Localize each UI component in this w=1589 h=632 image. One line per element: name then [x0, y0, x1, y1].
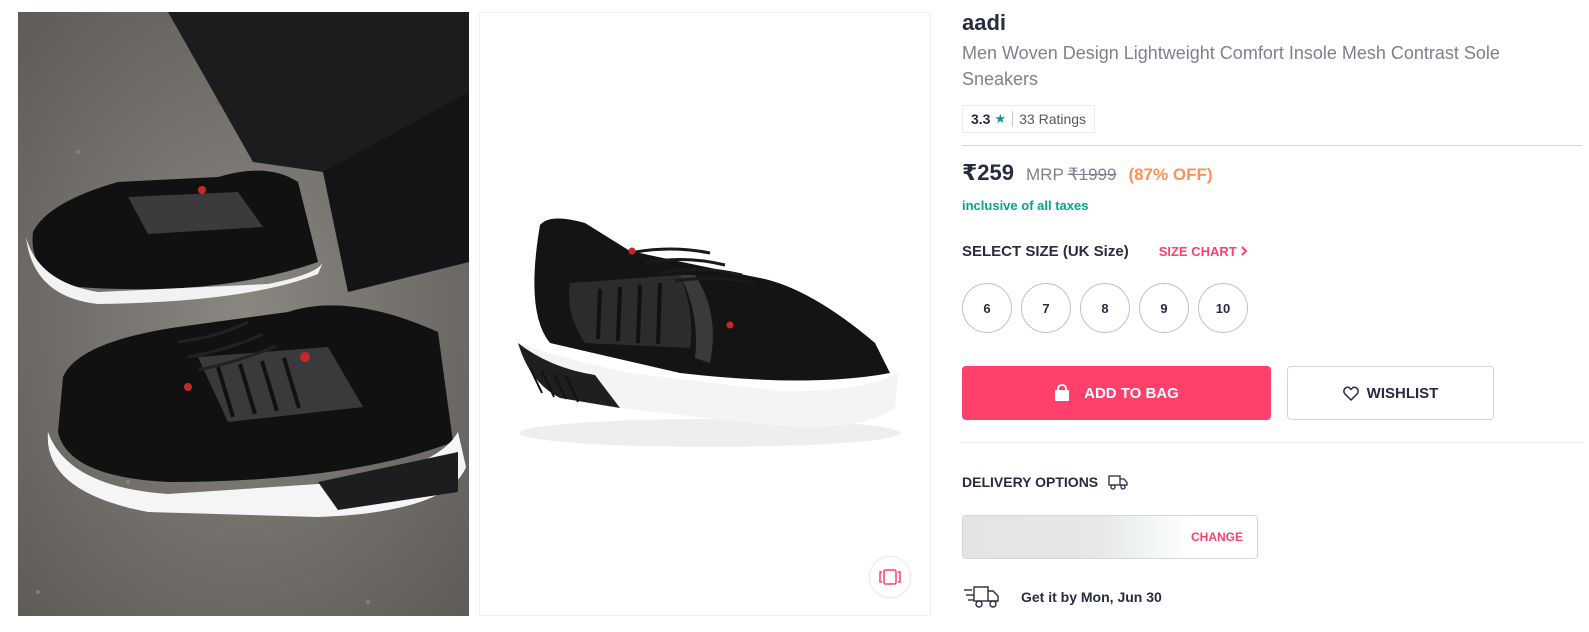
- star-icon: ★: [994, 111, 1007, 126]
- section-divider: [962, 145, 1582, 146]
- change-pincode-button[interactable]: CHANGE: [1191, 516, 1243, 558]
- pincode-value-redacted: [963, 516, 1191, 558]
- pincode-field[interactable]: CHANGE: [962, 515, 1258, 559]
- mrp-label: MRP: [1026, 165, 1064, 184]
- add-to-bag-label: ADD TO BAG: [1084, 384, 1179, 402]
- chevron-right-icon: [1240, 245, 1248, 259]
- fast-truck-icon: [962, 584, 1000, 610]
- brand-name[interactable]: aadi: [962, 10, 1006, 36]
- bag-icon: [1054, 384, 1070, 402]
- size-option-8[interactable]: 8: [1080, 283, 1130, 333]
- select-size-label: SELECT SIZE (UK Size): [962, 243, 1129, 260]
- selling-price: ₹259: [962, 160, 1015, 185]
- size-chart-label: SIZE CHART: [1158, 244, 1237, 259]
- delivery-eta-text: Get it by Mon, Jun 30: [1021, 589, 1162, 605]
- rating-count: 33 Ratings: [1019, 111, 1087, 127]
- mrp-value: ₹1999: [1067, 165, 1117, 184]
- size-options: 6 7 8 9 10: [962, 283, 1257, 333]
- rating-divider: [1012, 111, 1014, 127]
- delivery-options-label: DELIVERY OPTIONS: [962, 474, 1099, 490]
- wishlist-label: WISHLIST: [1366, 384, 1439, 402]
- size-option-6[interactable]: 6: [962, 283, 1012, 333]
- size-option-10[interactable]: 10: [1198, 283, 1248, 333]
- size-header: SELECT SIZE (UK Size) SIZE CHART: [962, 243, 1248, 260]
- add-to-bag-button[interactable]: ADD TO BAG: [962, 366, 1271, 420]
- similar-products-button[interactable]: [869, 556, 911, 598]
- similar-products-icon: [879, 567, 901, 587]
- discount-percent: (87% OFF): [1128, 165, 1213, 184]
- rating-value: 3.3: [971, 111, 991, 127]
- delivery-eta-row: Get it by Mon, Jun 30: [962, 584, 1162, 610]
- product-image-studio[interactable]: [479, 12, 931, 616]
- wishlist-button[interactable]: WISHLIST: [1287, 366, 1494, 420]
- section-divider: [962, 442, 1582, 443]
- taxes-note: inclusive of all taxes: [962, 198, 1089, 213]
- product-image-lifestyle[interactable]: [18, 12, 469, 616]
- heart-icon: [1342, 385, 1359, 401]
- product-title: Men Woven Design Lightweight Comfort Ins…: [962, 43, 1500, 89]
- truck-icon: [1108, 474, 1128, 490]
- size-chart-link[interactable]: SIZE CHART: [1159, 244, 1248, 259]
- size-option-9[interactable]: 9: [1139, 283, 1189, 333]
- delivery-options-header: DELIVERY OPTIONS: [962, 474, 1128, 490]
- price-row: ₹259 MRP ₹1999 (87% OFF): [962, 160, 1213, 186]
- rating-badge[interactable]: 3.3 ★ 33 Ratings: [962, 105, 1096, 133]
- size-option-7[interactable]: 7: [1021, 283, 1071, 333]
